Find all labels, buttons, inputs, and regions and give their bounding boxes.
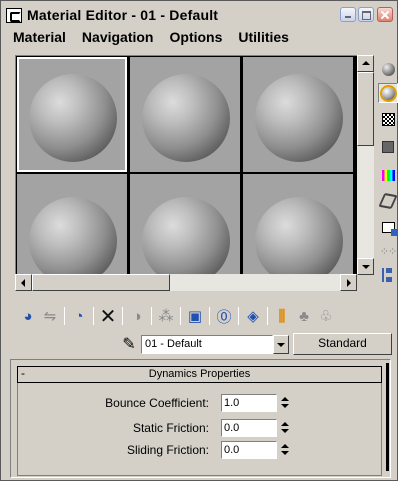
sample-slot-2[interactable] <box>130 57 240 172</box>
video-color-check-icon[interactable] <box>378 165 398 185</box>
rollout-body: Bounce Coefficient: 1.0 Static Friction:… <box>17 383 382 476</box>
rollout-collapse-toggle[interactable]: - <box>21 366 25 383</box>
toolbar-separator <box>93 307 94 325</box>
make-material-copy-icon[interactable]: ◑ <box>126 305 148 327</box>
sample-slot-1[interactable] <box>17 57 127 172</box>
param-row-bounce-coefficient: Bounce Coefficient: 1.0 <box>18 394 383 412</box>
static-friction-input[interactable]: 0.0 <box>221 419 277 437</box>
menu-bar: Material Navigation Options Utilities <box>4 28 296 48</box>
sample-slot-4[interactable] <box>17 174 127 289</box>
scroll-down-button[interactable] <box>357 258 374 275</box>
toolbar-separator <box>180 307 181 325</box>
material-sphere-preview <box>255 197 343 285</box>
param-row-static-friction: Static Friction: 0.0 <box>18 419 383 437</box>
get-material-icon[interactable]: ◕ <box>17 305 39 327</box>
menu-navigation[interactable]: Navigation <box>73 28 161 48</box>
toolbar-separator <box>122 307 123 325</box>
go-to-parent-icon[interactable]: ♣ <box>293 305 315 327</box>
slots-vertical-scrollbar[interactable] <box>357 55 374 275</box>
material-sphere-preview <box>255 74 343 162</box>
rollout-header-dynamics-properties[interactable]: Dynamics Properties <box>17 366 382 383</box>
sample-slot-3[interactable] <box>243 57 353 172</box>
material-sphere-preview <box>142 74 230 162</box>
scroll-left-button[interactable] <box>15 274 32 291</box>
material-sphere-preview <box>29 197 117 285</box>
reset-map-icon[interactable]: ✕ <box>97 305 119 328</box>
bounce-coefficient-input[interactable]: 1.0 <box>221 394 277 412</box>
window-title: Material Editor - 01 - Default <box>27 7 219 23</box>
scroll-thumb[interactable] <box>357 72 374 146</box>
close-icon[interactable] <box>377 7 393 22</box>
pick-material-from-object-icon[interactable]: ✎ <box>119 334 139 354</box>
menu-material[interactable]: Material <box>4 28 73 48</box>
bounce-coefficient-label: Bounce Coefficient: <box>105 396 209 410</box>
material-type-button[interactable]: Standard <box>293 333 392 355</box>
scroll-up-button[interactable] <box>357 55 374 72</box>
minimize-icon[interactable] <box>340 7 356 22</box>
make-unique-icon[interactable]: ⁂ <box>155 305 177 327</box>
scroll-thumb[interactable] <box>32 274 170 291</box>
toolbar-separator <box>64 307 65 325</box>
material-name-field[interactable]: 01 - Default <box>141 335 273 354</box>
rollout-title: Dynamics Properties <box>148 368 251 380</box>
assign-material-to-selection-icon[interactable]: ◔ <box>68 305 90 327</box>
material-editor-window: Material Editor - 01 - Default Material … <box>0 0 398 481</box>
sliding-friction-spinner[interactable] <box>280 441 290 459</box>
background-checker-icon[interactable] <box>378 109 398 129</box>
material-name-dropdown[interactable] <box>273 335 289 354</box>
show-map-in-viewport-icon[interactable]: ◈ <box>242 305 264 327</box>
select-by-material-icon[interactable]: ⁘⁘ <box>378 241 398 261</box>
go-forward-to-sibling-icon[interactable]: ♧ <box>315 305 337 327</box>
bounce-coefficient-spinner[interactable] <box>280 394 290 412</box>
material-sphere-preview <box>142 197 230 285</box>
make-preview-icon[interactable] <box>378 191 398 211</box>
scroll-right-button[interactable] <box>340 274 357 291</box>
toolbar-separator <box>209 307 210 325</box>
sample-type-sphere-icon[interactable] <box>378 59 398 79</box>
static-friction-label: Static Friction: <box>132 421 209 435</box>
backlight-icon[interactable] <box>378 83 398 103</box>
material-map-navigator-icon[interactable] <box>378 265 398 285</box>
title-bar[interactable]: Material Editor - 01 - Default <box>4 4 396 26</box>
sample-uv-tiling-icon[interactable] <box>378 137 398 157</box>
options-icon[interactable] <box>378 217 398 237</box>
slots-horizontal-scrollbar[interactable] <box>15 274 357 291</box>
material-sphere-preview <box>29 74 117 162</box>
sliding-friction-input[interactable]: 0.0 <box>221 441 277 459</box>
sliding-friction-label: Sliding Friction: <box>126 443 209 457</box>
put-material-to-scene-icon[interactable]: ⇋ <box>39 305 61 327</box>
maximize-icon[interactable] <box>358 7 374 22</box>
show-end-result-icon[interactable]: ⫼ <box>271 305 293 327</box>
menu-utilities[interactable]: Utilities <box>229 28 296 48</box>
sample-slots-grid <box>15 55 357 289</box>
toolbar-separator <box>267 307 268 325</box>
bottom-toolbar: ◕ ⇋ ◔ ✕ ◑ ⁂ ▣ ⓪ ◈ ⫼ ♣ ♧ <box>17 305 397 328</box>
toolbar-separator <box>238 307 239 325</box>
sample-slot-6[interactable] <box>243 174 353 289</box>
put-to-library-icon[interactable]: ▣ <box>184 305 206 327</box>
material-editor-icon <box>6 7 22 23</box>
static-friction-spinner[interactable] <box>280 419 290 437</box>
toolbar-separator <box>151 307 152 325</box>
material-id-channel-icon[interactable]: ⓪ <box>213 305 235 327</box>
menu-options[interactable]: Options <box>161 28 230 48</box>
rollout-scrollbar[interactable] <box>386 363 389 471</box>
sample-slot-5[interactable] <box>130 174 240 289</box>
param-row-sliding-friction: Sliding Friction: 0.0 <box>18 441 383 459</box>
